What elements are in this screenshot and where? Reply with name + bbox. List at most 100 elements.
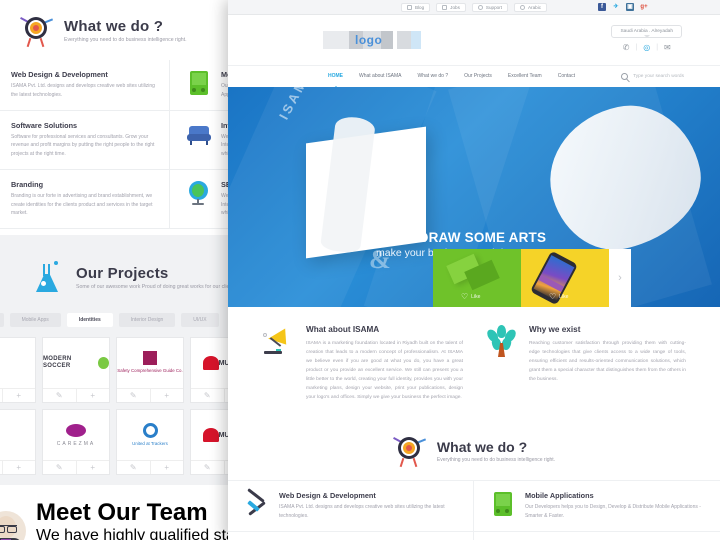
hero-carousel[interactable]: ♡ Like ♡ Like › [433, 249, 631, 307]
project-thumb: MODERN SOCCER [43, 338, 109, 388]
chart-icon [0, 121, 2, 147]
edit-icon[interactable]: ✎ [117, 461, 150, 474]
project-card[interactable]: ✎+ [0, 337, 36, 403]
filter-identities[interactable]: Identities [66, 313, 113, 327]
carezma-eye-icon [66, 423, 86, 437]
googleplus-icon[interactable]: g+ [640, 3, 648, 11]
fg-service-item[interactable]: Web Design & Development ISAMA Pvt. Ltd.… [228, 481, 474, 532]
edit-icon[interactable]: ✎ [191, 389, 224, 402]
background-browser-window[interactable]: What we do ? Everything you need to do b… [0, 0, 240, 540]
location-pin-icon[interactable]: ◎ [643, 43, 650, 52]
carousel-card-green[interactable]: ♡ Like [433, 249, 521, 307]
topbar-link-support[interactable]: Support [471, 2, 508, 12]
project-thumb [0, 338, 35, 388]
heart-icon[interactable]: ♡ [549, 292, 556, 301]
project-logo-text: United at Trackers [132, 440, 168, 446]
project-thumb: United at Trackers [117, 410, 183, 460]
document-icon [406, 4, 412, 10]
add-icon[interactable]: + [1, 461, 36, 474]
muafa-mark-icon [202, 356, 219, 370]
topbar-link-jobs[interactable]: Jobs [436, 2, 466, 12]
bg-service-title: Branding [11, 179, 44, 189]
logo-placeholder[interactable]: logo [323, 31, 421, 49]
edit-icon[interactable]: ✎ [43, 461, 76, 474]
heart-icon[interactable]: ♡ [461, 292, 468, 301]
add-icon[interactable]: + [75, 389, 110, 402]
bg-service-item[interactable]: Software Solutions Software for professi… [0, 110, 170, 170]
bg-service-desc: Branding is our forte in advertising and… [11, 192, 153, 217]
add-icon[interactable]: + [1, 389, 36, 402]
bg-service-item[interactable]: Web Design & Development ISAMA Pvt. Ltd.… [0, 60, 170, 111]
bg-section-title: What we do ? [64, 17, 164, 35]
flask-icon [32, 261, 66, 295]
nav-item-home[interactable]: HOME [328, 73, 343, 90]
search-input[interactable]: Type your search words [633, 74, 684, 79]
about-section: What about ISAMA ISAMA is a marketing fo… [228, 307, 720, 415]
edit-icon[interactable]: ✎ [117, 389, 150, 402]
project-thumb: Safety Comprehensive Guide Co. [117, 338, 183, 388]
add-icon[interactable]: + [149, 389, 184, 402]
project-card[interactable]: MODERN SOCCER ✎ + [42, 337, 110, 403]
nav-item-excellent-team[interactable]: Excellent Team [508, 73, 542, 81]
foreground-browser-window[interactable]: Blog Jobs Support Arabic f ✈ ▣ g+ logo S… [228, 0, 720, 540]
bg-what-we-do-header: What we do ? Everything you need to do b… [0, 0, 240, 58]
fg-service-item[interactable]: Interior Design We offer a variety of de… [474, 532, 720, 540]
logo-text: logo [355, 33, 383, 47]
phone-icon[interactable]: ✆ [623, 43, 630, 52]
project-card[interactable]: ✎+ [0, 409, 36, 475]
carousel-card-yellow[interactable]: ♡ Like [521, 249, 609, 307]
project-card[interactable]: CAREZMA ✎ + [42, 409, 110, 475]
nav-item-contact[interactable]: Contact [558, 73, 575, 81]
fg-what-we-do-section: What we do ? Everything you need to do b… [228, 414, 720, 540]
filter-interior-design[interactable]: Interior Design [118, 313, 176, 327]
utility-topbar: Blog Jobs Support Arabic f ✈ ▣ g+ [228, 0, 720, 15]
megaphone-icon [0, 180, 2, 206]
bg-service-title: Software Solutions [11, 120, 78, 130]
bg-services-grid: Web Design & Development ISAMA Pvt. Ltd.… [0, 58, 240, 235]
fg-service-title: Mobile Applications [525, 491, 594, 501]
bg-section-subtitle: Everything you need to do business intel… [64, 36, 187, 43]
filter-mobile-apps[interactable]: Mobile Apps [9, 313, 61, 327]
about-text: Reaching customer satisfaction through p… [529, 341, 686, 383]
filter-uiux[interactable]: UI/UX [181, 313, 219, 327]
edit-icon[interactable]: ✎ [43, 389, 76, 402]
twitter-icon[interactable]: ✈ [612, 3, 620, 11]
facebook-icon[interactable]: f [598, 3, 606, 11]
fg-service-item[interactable]: Software Solutions Software for professi… [228, 531, 474, 540]
bg-projects-subtitle: Some of our awesome work Proud of doing … [76, 283, 237, 290]
search-box[interactable]: Type your search words [621, 73, 684, 80]
add-icon[interactable]: + [75, 461, 110, 474]
about-isama-block: What about ISAMA ISAMA is a marketing fo… [262, 324, 463, 402]
muafa-mark-icon [202, 428, 219, 442]
edit-icon[interactable]: ✎ [191, 461, 224, 474]
project-thumb [0, 410, 35, 460]
fg-section-title: What we do ? [436, 439, 528, 456]
bg-projects-header: Our Projects Some of our awesome work Pr… [0, 247, 240, 305]
bg-project-cards-row-1: ✎+ MODERN SOCCER ✎+ Safety Comprehensive… [0, 337, 240, 403]
project-logo-text: Safety Comprehensive Guide Co. [117, 368, 183, 374]
project-card[interactable]: Safety Comprehensive Guide Co. ✎ + [116, 337, 184, 403]
brand-bar: logo Saudi Arabia . Alreyadah ✆ | ◎ | ✉ [228, 15, 720, 65]
nav-item-what-about-isama[interactable]: What about ISAMA [359, 73, 402, 81]
add-icon[interactable]: + [149, 461, 184, 474]
project-card[interactable]: United at Trackers ✎ + [116, 409, 184, 475]
nav-item-what-we-do[interactable]: What we do ? [418, 73, 449, 81]
fg-service-item[interactable]: Mobile Applications Our Developers helps… [474, 481, 720, 532]
topbar-link-arabic[interactable]: Arabic [513, 2, 548, 12]
briefcase-icon [442, 4, 448, 10]
contact-widget: Saudi Arabia . Alreyadah ✆ | ◎ | ✉ [611, 25, 682, 52]
filter-all[interactable]: All [0, 313, 4, 327]
bg-projects-title: Our Projects [76, 264, 169, 282]
search-icon [621, 73, 629, 80]
nav-item-our-projects[interactable]: Our Projects [464, 73, 492, 81]
carousel-next-button[interactable]: › [609, 249, 631, 307]
mail-icon[interactable]: ✉ [664, 43, 671, 52]
divider: | [656, 44, 659, 51]
hero-headline: LET'S DRAW SOME ARTS [376, 230, 547, 245]
instagram-icon[interactable]: ▣ [626, 3, 634, 11]
bg-service-desc: Software for professional services and c… [11, 133, 155, 158]
project-logo-text: MODERN SOCCER [43, 356, 72, 369]
topbar-link-blog[interactable]: Blog [400, 2, 431, 12]
fg-what-we-do-header: What we do ? Everything you need to do b… [228, 426, 720, 480]
bg-service-item[interactable]: Branding Branding is our forte in advert… [0, 169, 170, 229]
